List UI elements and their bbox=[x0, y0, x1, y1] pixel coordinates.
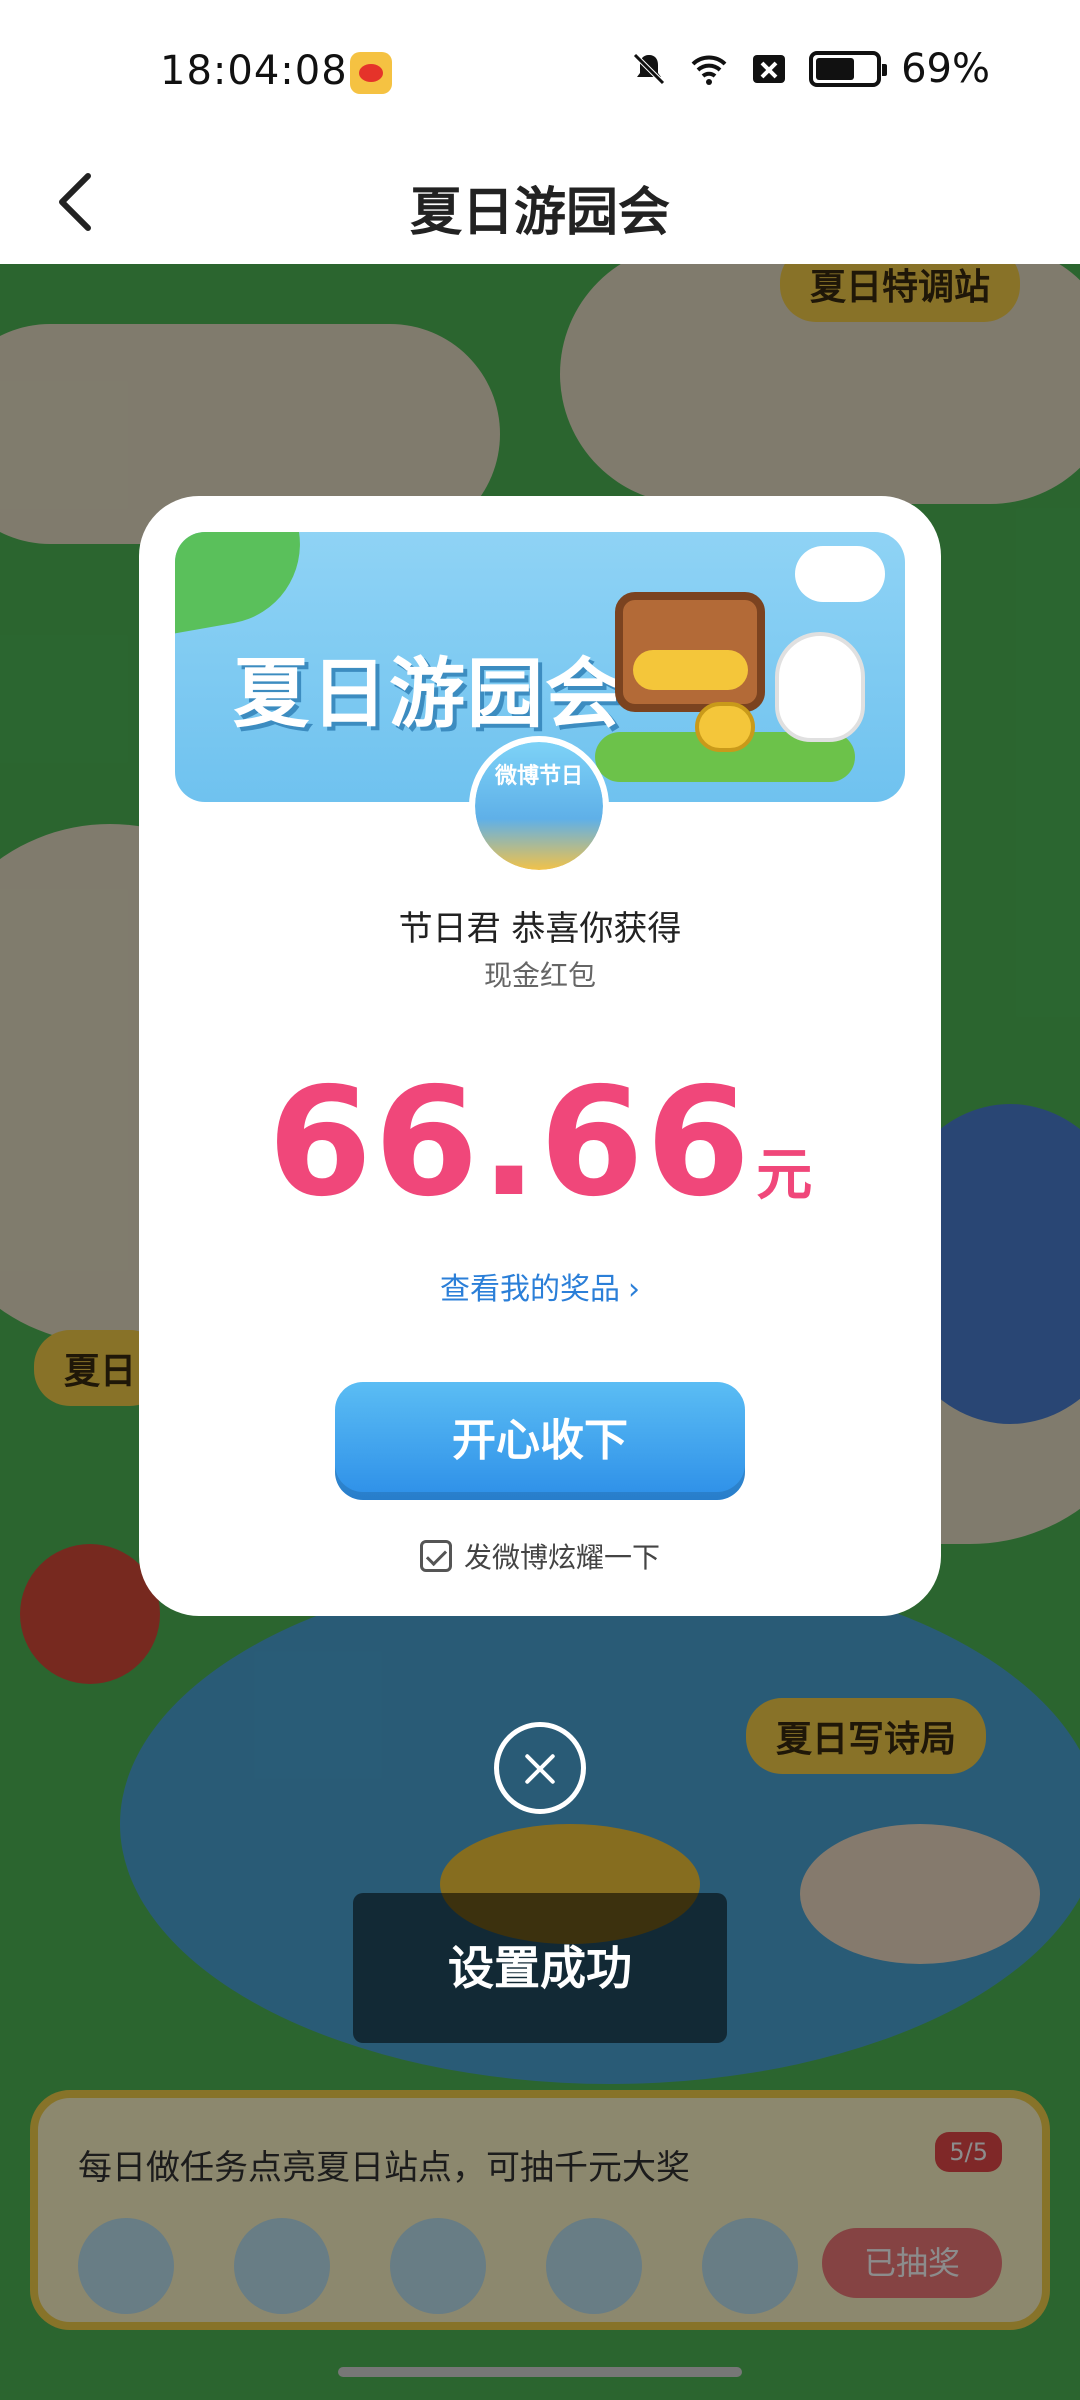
congrats-text: 节日君 恭喜你获得 bbox=[398, 909, 682, 949]
battery-percent: 69% bbox=[901, 46, 990, 92]
share-checkbox[interactable] bbox=[419, 1540, 452, 1572]
toast-message: 设置成功 bbox=[353, 1893, 727, 2043]
view-prizes-label: 查看我的奖品 bbox=[440, 1272, 620, 1307]
battery-icon bbox=[809, 51, 888, 87]
cloud-decoration bbox=[795, 546, 885, 602]
home-indicator[interactable] bbox=[338, 2367, 742, 2377]
wifi-icon bbox=[691, 55, 727, 85]
accept-button[interactable]: 开心收下 bbox=[335, 1382, 745, 1500]
prize-type: 现金红包 bbox=[483, 959, 596, 992]
goose-mascot-icon bbox=[775, 632, 865, 742]
treasure-chest-icon bbox=[615, 592, 765, 712]
prize-amount: 66.66元 bbox=[139, 1056, 941, 1230]
view-my-prizes-link[interactable]: 查看我的奖品 › bbox=[139, 1264, 941, 1308]
close-icon[interactable] bbox=[494, 1722, 586, 1814]
header: 夏日游园会 bbox=[0, 140, 1080, 264]
status-icons: 69% bbox=[629, 46, 990, 92]
page-title: 夏日游园会 bbox=[409, 183, 670, 243]
avatar-image: 微博节日 bbox=[475, 742, 603, 870]
share-label: 发微博炫耀一下 bbox=[463, 1541, 660, 1574]
weibo-app-icon bbox=[350, 52, 392, 94]
amount-unit: 元 bbox=[756, 1143, 813, 1208]
avatar-label: 微博节日 bbox=[494, 764, 583, 789]
coins-icon bbox=[695, 702, 755, 752]
status-time: 18:04:08 bbox=[160, 48, 348, 94]
amount-value: 66.66 bbox=[267, 1056, 753, 1230]
avatar: 微博节日 bbox=[469, 736, 609, 876]
mute-icon bbox=[633, 53, 665, 85]
palm-leaf-decoration bbox=[175, 532, 313, 634]
banner-title: 夏日游园会 bbox=[233, 649, 623, 738]
share-to-weibo-option[interactable]: 发微博炫耀一下 bbox=[139, 1536, 941, 1576]
prize-modal: 夏日游园会 微博节日 节日君 恭喜你获得 现金红包 66.66元 查看我的奖品 ›… bbox=[139, 496, 941, 1616]
chevron-right-icon: › bbox=[628, 1272, 640, 1307]
sim-blocked-icon bbox=[753, 55, 786, 83]
status-bar: 18:04:08 69% bbox=[0, 0, 1080, 140]
